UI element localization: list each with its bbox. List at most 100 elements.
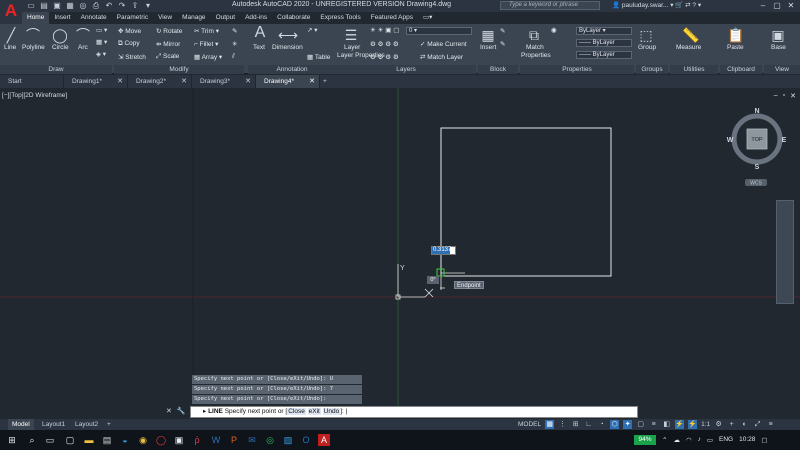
- compass-e[interactable]: E: [782, 137, 787, 144]
- color-wheel-icon[interactable]: ◉: [551, 26, 557, 34]
- match-layer-button[interactable]: ⇄ Match Layer: [420, 53, 463, 61]
- compass-w[interactable]: W: [727, 137, 734, 144]
- dimension-button[interactable]: Dimension: [272, 44, 303, 51]
- search-icon[interactable]: ⌕: [26, 434, 38, 446]
- base-view-icon[interactable]: ▣: [770, 27, 786, 43]
- option-close[interactable]: Close: [287, 408, 306, 415]
- model-space-button[interactable]: MODEL: [518, 421, 541, 428]
- drawing-viewport[interactable]: TOP N S W E WCS Y: [0, 88, 800, 406]
- word-icon[interactable]: W: [210, 434, 222, 446]
- dimension-icon[interactable]: ⟷: [278, 27, 298, 43]
- groups-panel-title[interactable]: Groups: [636, 65, 668, 74]
- command-line-input[interactable]: ▸ LINE Specify next point or [Close eXit…: [190, 406, 638, 418]
- user-account[interactable]: 👤 pauluday.swar... ▾ 🛒 ⇄ ? ▾: [612, 1, 701, 9]
- tab-model[interactable]: Model: [8, 419, 34, 430]
- transparency-icon[interactable]: ◧: [662, 420, 671, 429]
- viewport-controls-label[interactable]: [−][Top][2D Wireframe]: [2, 92, 67, 99]
- layer-properties-label[interactable]: Layer: [344, 44, 360, 51]
- annotation-scale[interactable]: 1:1: [701, 421, 710, 428]
- redo-icon[interactable]: ↷: [117, 1, 127, 10]
- tab-annotate[interactable]: Annotate: [76, 12, 112, 24]
- doc-tab-start[interactable]: Start: [0, 75, 64, 88]
- battery-icon[interactable]: ▭: [707, 436, 713, 444]
- hatch-icon[interactable]: ▦ ▾: [96, 38, 107, 46]
- windows-start-icon[interactable]: ⊞: [6, 434, 18, 446]
- measure-icon[interactable]: 📏: [682, 27, 700, 43]
- task-view-icon[interactable]: ▭: [44, 434, 56, 446]
- base-button[interactable]: Base: [771, 44, 786, 51]
- chevron-up-icon[interactable]: ⌃: [662, 436, 667, 444]
- open-icon[interactable]: ▤: [39, 1, 49, 10]
- layer-isolate-icons[interactable]: ⚙ ⚙ ⚙ ⚙: [370, 53, 399, 61]
- outlook-icon[interactable]: O: [300, 434, 312, 446]
- mirror-button[interactable]: ⇹ Mirror: [156, 40, 180, 48]
- modify-panel-title[interactable]: Modify: [114, 65, 244, 74]
- layer-state-icons[interactable]: ☀ ☀ ▣ ▢: [370, 26, 399, 34]
- block-create-icon[interactable]: ✎: [500, 27, 505, 35]
- wifi-icon[interactable]: ◠: [686, 436, 692, 444]
- edge-icon[interactable]: ◒: [119, 434, 131, 446]
- tab-output[interactable]: Output: [211, 12, 241, 24]
- object-snap-icon[interactable]: ▢: [636, 420, 645, 429]
- group-button[interactable]: Group: [638, 44, 656, 51]
- tab-view[interactable]: View: [153, 12, 177, 24]
- snap-icon[interactable]: ⋮: [558, 420, 567, 429]
- layers-panel-title[interactable]: Layers: [336, 65, 476, 74]
- utilities-panel-title[interactable]: Utilities: [670, 65, 718, 74]
- photos-icon[interactable]: ▨: [282, 434, 294, 446]
- widgets-icon[interactable]: ▢: [64, 434, 76, 446]
- save-as-icon[interactable]: ▦: [65, 1, 75, 10]
- annotation-visibility-icon[interactable]: ⚡: [675, 420, 685, 429]
- explode-icon[interactable]: ✳: [232, 40, 237, 48]
- arc-icon[interactable]: ⌒: [76, 27, 90, 43]
- insert-button[interactable]: Insert: [480, 44, 496, 51]
- tab-collaborate[interactable]: Collaborate: [272, 12, 315, 24]
- tab-insert[interactable]: Insert: [49, 12, 75, 24]
- linetype-dropdown[interactable]: —— ByLayer: [576, 39, 632, 47]
- dropdown-icon[interactable]: ▾: [143, 1, 153, 10]
- make-current-button[interactable]: ✓ Make Current: [420, 40, 467, 48]
- ortho-icon[interactable]: ∟: [584, 420, 593, 429]
- compass-s[interactable]: S: [755, 164, 760, 171]
- isodraft-icon[interactable]: ⬡: [610, 420, 620, 429]
- insert-icon[interactable]: ▦: [480, 27, 496, 43]
- object-tracking-icon[interactable]: ✦: [623, 420, 633, 429]
- rotate-button[interactable]: ↻ Rotate: [156, 27, 182, 35]
- compass-n[interactable]: N: [754, 108, 759, 115]
- save-icon[interactable]: ▣: [52, 1, 62, 10]
- restore-icon[interactable]: ▫: [783, 92, 785, 100]
- web-icon[interactable]: ◎: [78, 1, 88, 10]
- polar-icon[interactable]: ◔: [597, 420, 606, 429]
- paste-icon[interactable]: 📋: [727, 27, 744, 43]
- annotation-panel-title[interactable]: Annotation: [248, 65, 336, 74]
- properties-panel-title[interactable]: Properties: [520, 65, 634, 74]
- search-input[interactable]: Type a keyword or phrase: [500, 1, 600, 10]
- share-icon[interactable]: ⇪: [130, 1, 140, 10]
- circle-icon[interactable]: ◯: [52, 27, 68, 43]
- app-icon[interactable]: ▣: [173, 434, 185, 446]
- table-button[interactable]: ▦ Table: [307, 53, 330, 61]
- maximize-icon[interactable]: ▢: [770, 0, 784, 11]
- navigation-bar[interactable]: [776, 200, 794, 304]
- notification-icon[interactable]: ▢: [761, 436, 767, 444]
- fullscreen-icon[interactable]: ⤢: [753, 420, 762, 429]
- wrench-icon[interactable]: 🔧: [177, 407, 186, 415]
- close-icon[interactable]: ✕: [117, 75, 123, 88]
- volume-icon[interactable]: ♪: [698, 436, 701, 444]
- store-icon[interactable]: ▤: [101, 434, 113, 446]
- tab-add-ins[interactable]: Add-ins: [240, 12, 272, 24]
- viewcube-top-label[interactable]: TOP: [751, 137, 763, 143]
- add-layout-button[interactable]: +: [107, 419, 111, 430]
- customize-icon[interactable]: ≡: [766, 420, 775, 429]
- copy-button[interactable]: ⧉ Copy: [118, 40, 140, 48]
- doc-tab-drawing3[interactable]: Drawing3* ✕: [192, 75, 256, 88]
- option-undo[interactable]: Undo: [322, 408, 341, 415]
- pdf-icon[interactable]: ῤ: [191, 434, 203, 446]
- clipboard-panel-title[interactable]: Clipboard: [720, 65, 762, 74]
- lineweight-icon[interactable]: ≡: [649, 420, 658, 429]
- undo-icon[interactable]: ↶: [104, 1, 114, 10]
- battery-indicator[interactable]: 94%: [634, 435, 656, 445]
- measure-button[interactable]: Measure: [676, 44, 701, 51]
- match-label-1[interactable]: Match: [526, 44, 544, 51]
- doc-tab-drawing2[interactable]: Drawing2* ✕: [128, 75, 192, 88]
